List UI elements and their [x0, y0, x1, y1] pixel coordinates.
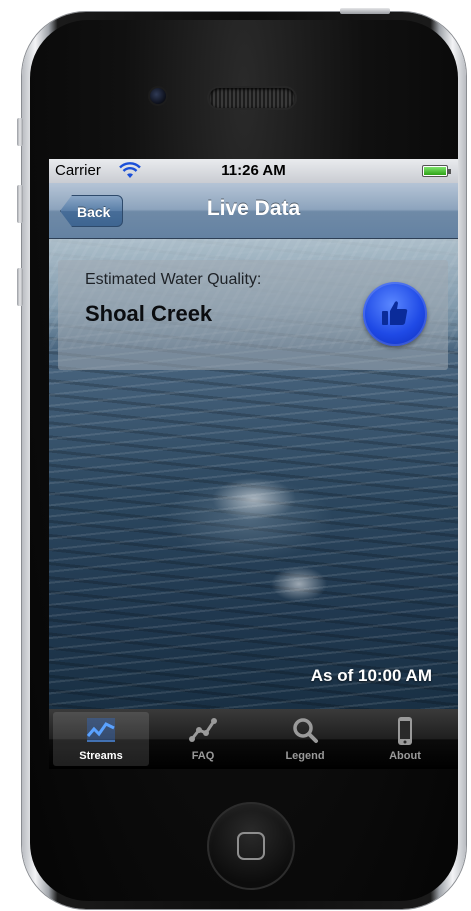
graph-icon	[189, 718, 217, 742]
water-quality-label: Estimated Water Quality:	[85, 271, 262, 288]
app-screen: Carrier 11:26 AM Back Live Data Estimate…	[49, 159, 458, 769]
clock: 11:26 AM	[221, 162, 286, 179]
water-quality-card: Estimated Water Quality: Shoal Creek	[58, 260, 448, 370]
front-camera	[150, 88, 166, 104]
thumbs-up-icon	[382, 301, 408, 325]
home-square-icon	[237, 832, 265, 860]
tab-label: Legend	[285, 750, 325, 762]
stream-name: Shoal Creek	[85, 301, 213, 326]
tab-about[interactable]: About	[357, 712, 453, 766]
tab-label: FAQ	[191, 750, 215, 762]
tab-streams[interactable]: Streams	[53, 712, 149, 766]
phone-icon	[398, 717, 412, 745]
page-title: Live Data	[206, 197, 301, 220]
volume-down-button	[17, 268, 23, 306]
status-bar: Carrier 11:26 AM	[49, 159, 458, 183]
home-button[interactable]	[207, 802, 295, 890]
tab-faq[interactable]: FAQ	[155, 712, 251, 766]
navigation-bar: Back Live Data	[49, 183, 458, 239]
mute-switch	[17, 118, 23, 146]
thumbs-up-button[interactable]	[363, 282, 427, 346]
timestamp-label: As of 10:00 AM	[310, 666, 432, 685]
search-icon	[293, 718, 318, 743]
tab-label: About	[389, 750, 421, 762]
tab-label: Streams	[79, 750, 123, 762]
earpiece-speaker	[209, 88, 295, 108]
volume-up-button	[17, 185, 23, 223]
tab-legend[interactable]: Legend	[257, 712, 353, 766]
tab-bar: Streams FAQ Legend About	[49, 709, 458, 769]
water-background-image: Estimated Water Quality: Shoal Creek As …	[49, 239, 458, 709]
chart-icon	[86, 718, 115, 742]
battery-icon	[422, 165, 451, 177]
power-button	[340, 8, 390, 14]
